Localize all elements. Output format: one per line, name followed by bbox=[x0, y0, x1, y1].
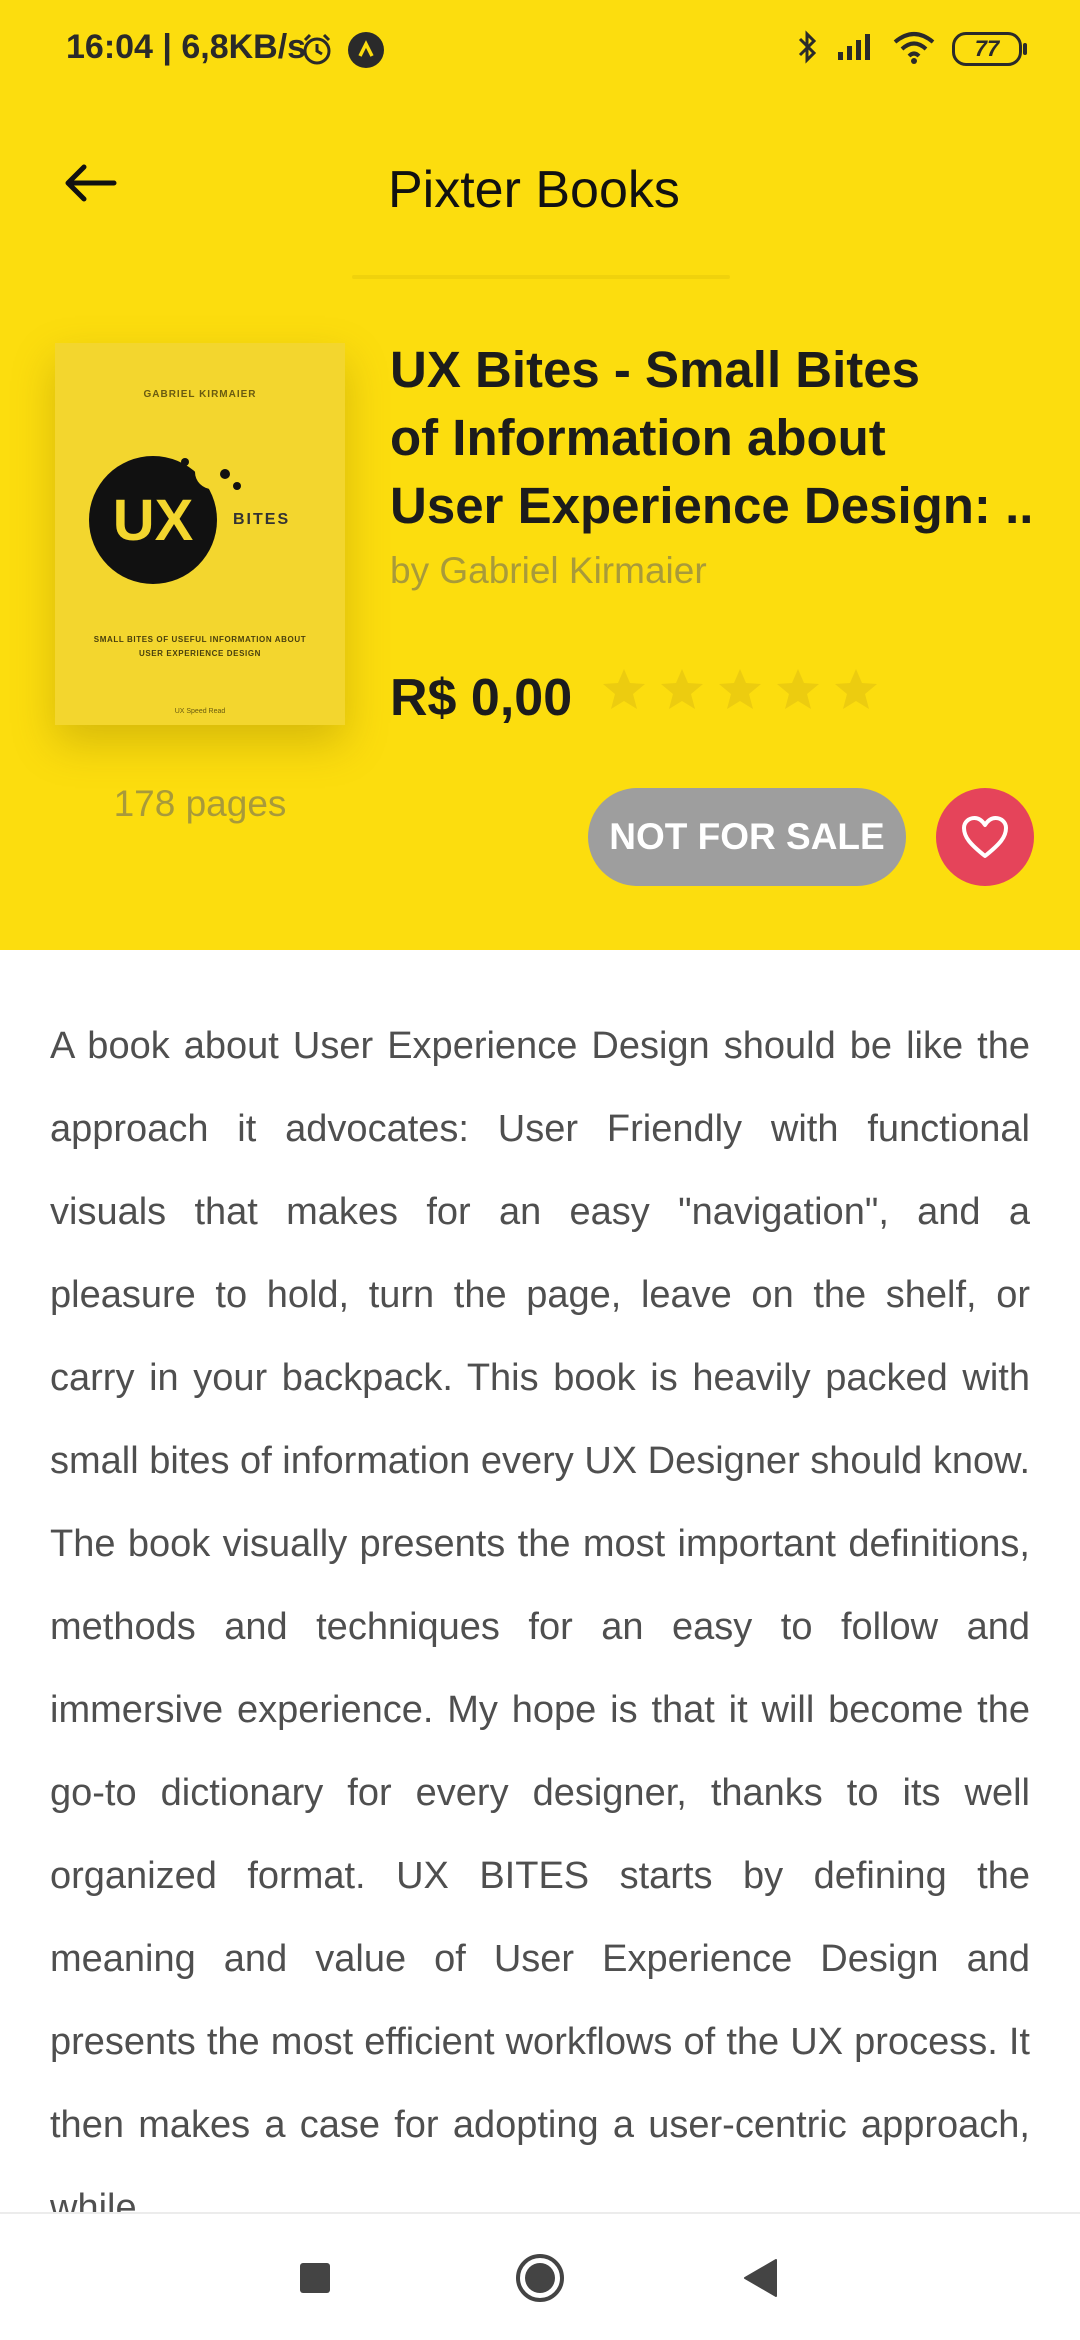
system-navigation-bar bbox=[0, 2212, 1080, 2340]
cover-logo-crumb bbox=[233, 482, 241, 490]
alarm-icon bbox=[300, 32, 334, 71]
recents-button[interactable] bbox=[255, 2214, 375, 2340]
bluetooth-icon bbox=[796, 29, 820, 70]
title-divider bbox=[352, 275, 730, 279]
star-icon bbox=[719, 669, 761, 709]
book-title: UX Bites - Small Bites of Information ab… bbox=[390, 336, 1050, 540]
wifi-icon bbox=[892, 30, 936, 69]
book-author: by Gabriel Kirmaier bbox=[390, 550, 707, 591]
book-detail-screen: 16:04 | 6,8KB/s 77 Pixter Books GABRIEL … bbox=[0, 0, 1080, 2340]
triangle-icon bbox=[744, 2259, 777, 2297]
signal-icon bbox=[836, 32, 876, 67]
book-cover[interactable]: GABRIEL KIRMAIER UX BITES SMALL BITES OF… bbox=[55, 343, 345, 725]
app-notification-icon bbox=[348, 32, 384, 68]
not-for-sale-button[interactable]: NOT FOR SALE bbox=[588, 788, 906, 886]
cover-subtitle: SMALL BITES OF USEFUL INFORMATION ABOUT … bbox=[93, 635, 307, 658]
book-title-line: User Experience Design: .. bbox=[390, 477, 1034, 534]
back-button[interactable] bbox=[50, 150, 130, 216]
cover-logo-crumb bbox=[181, 458, 189, 466]
star-icon bbox=[661, 669, 703, 709]
book-title-line: UX Bites - Small Bites bbox=[390, 341, 920, 398]
cover-bites-text: BITES bbox=[233, 511, 291, 528]
star-rating[interactable] bbox=[600, 666, 880, 714]
app-title: Pixter Books bbox=[388, 161, 680, 219]
favorite-button[interactable] bbox=[936, 788, 1034, 886]
book-price: R$ 0,00 bbox=[390, 669, 573, 727]
home-button[interactable] bbox=[480, 2214, 600, 2340]
arrow-left-icon bbox=[65, 164, 117, 202]
cover-footer: UX Speed Read bbox=[174, 708, 226, 715]
cover-logo-crumb bbox=[220, 469, 230, 479]
circle-icon bbox=[516, 2254, 564, 2302]
square-icon bbox=[300, 2263, 330, 2293]
page-count: 178 pages bbox=[113, 783, 287, 824]
book-description: A book about User Experience Design shou… bbox=[50, 1025, 1030, 2215]
nav-back-button[interactable] bbox=[700, 2214, 820, 2340]
book-header-panel: 16:04 | 6,8KB/s 77 Pixter Books GABRIEL … bbox=[0, 0, 1080, 950]
book-title-line: of Information about bbox=[390, 409, 886, 466]
star-icon bbox=[603, 669, 645, 709]
star-icon bbox=[777, 669, 819, 709]
status-time: 16:04 | 6,8KB/s bbox=[66, 28, 307, 66]
star-icon bbox=[835, 669, 877, 709]
heart-icon bbox=[962, 816, 1008, 858]
cover-author: GABRIEL KIRMAIER bbox=[143, 389, 257, 400]
battery-indicator: 77 bbox=[952, 32, 1027, 66]
status-icons: 77 bbox=[796, 28, 1027, 70]
cover-logo-text: UX bbox=[112, 487, 194, 553]
